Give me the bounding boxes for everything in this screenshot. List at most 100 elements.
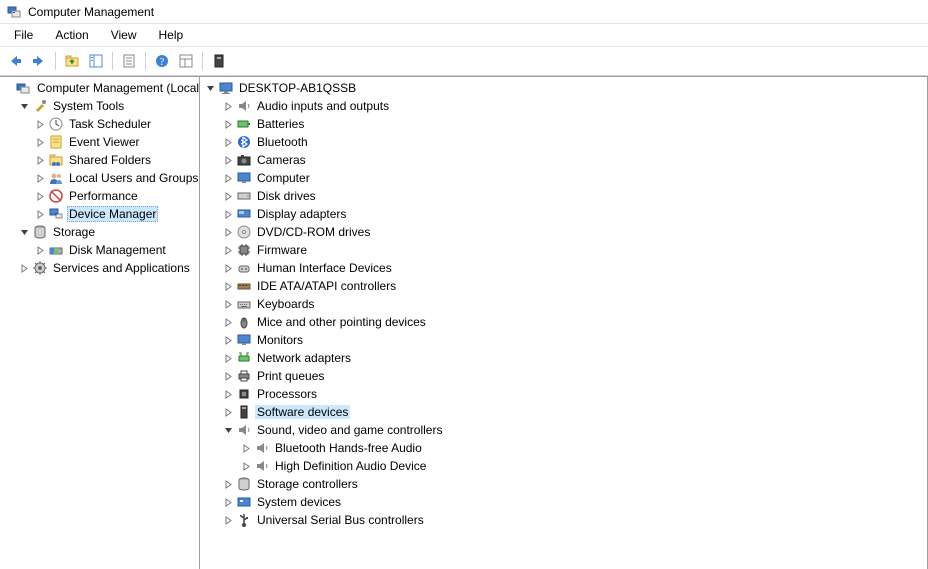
left-tree-node[interactable]: Performance	[0, 187, 199, 205]
left-tree-node[interactable]: Computer Management (Local)	[0, 79, 199, 97]
device-tree-node[interactable]: Firmware	[200, 241, 927, 259]
printer-icon	[236, 368, 252, 384]
mouse-icon	[236, 314, 252, 330]
left-tree-node[interactable]: Task Scheduler	[0, 115, 199, 133]
device-tree-node[interactable]: Batteries	[200, 115, 927, 133]
expand-icon[interactable]	[222, 262, 234, 274]
expand-icon[interactable]	[222, 388, 234, 400]
left-tree-node[interactable]: Storage	[0, 223, 199, 241]
tree-label: Computer	[255, 171, 312, 185]
left-tree-node[interactable]: Device Manager	[0, 205, 199, 223]
menu-help[interactable]: Help	[149, 26, 194, 44]
device-tree-node[interactable]: System devices	[200, 493, 927, 511]
expand-icon[interactable]	[34, 172, 46, 184]
device-tree-node[interactable]: Processors	[200, 385, 927, 403]
tree-label: Audio inputs and outputs	[255, 99, 391, 113]
device-tree-node[interactable]: Keyboards	[200, 295, 927, 313]
expand-icon[interactable]	[222, 244, 234, 256]
expand-icon[interactable]	[34, 208, 46, 220]
properties-button[interactable]	[118, 50, 140, 72]
expand-icon[interactable]	[34, 190, 46, 202]
device-tree-node[interactable]: Disk drives	[200, 187, 927, 205]
show-hide-tree-button[interactable]	[85, 50, 107, 72]
tools-icon	[32, 98, 48, 114]
device-tree-node[interactable]: IDE ATA/ATAPI controllers	[200, 277, 927, 295]
device-tree-node[interactable]: Bluetooth	[200, 133, 927, 151]
expand-icon[interactable]	[222, 172, 234, 184]
svg-text:?: ?	[160, 57, 165, 68]
expand-icon[interactable]	[222, 136, 234, 148]
software-icon	[236, 404, 252, 420]
expand-icon[interactable]	[222, 280, 234, 292]
expand-icon[interactable]	[240, 442, 252, 454]
menu-action[interactable]: Action	[45, 26, 98, 44]
eventv-icon	[48, 134, 64, 150]
left-tree-node[interactable]: Disk Management	[0, 241, 199, 259]
device-button[interactable]	[208, 50, 230, 72]
expand-icon[interactable]	[34, 136, 46, 148]
device-tree-node[interactable]: Storage controllers	[200, 475, 927, 493]
expand-icon[interactable]	[222, 406, 234, 418]
device-tree-node[interactable]: Monitors	[200, 331, 927, 349]
device-tree-node[interactable]: Human Interface Devices	[200, 259, 927, 277]
system-icon	[236, 494, 252, 510]
expand-icon[interactable]	[222, 226, 234, 238]
collapse-icon[interactable]	[18, 226, 30, 238]
device-tree-node[interactable]: Cameras	[200, 151, 927, 169]
device-tree-node[interactable]: DESKTOP-AB1QSSB	[200, 79, 927, 97]
expand-icon[interactable]	[34, 244, 46, 256]
expand-icon[interactable]	[34, 154, 46, 166]
tree-label: DVD/CD-ROM drives	[255, 225, 372, 239]
expand-icon[interactable]	[222, 298, 234, 310]
app-icon	[6, 4, 22, 20]
refresh-button[interactable]	[175, 50, 197, 72]
device-tree-node[interactable]: High Definition Audio Device	[200, 457, 927, 475]
diskmg-icon	[48, 242, 64, 258]
up-button[interactable]	[61, 50, 83, 72]
expand-icon[interactable]	[222, 100, 234, 112]
device-tree-node[interactable]: Mice and other pointing devices	[200, 313, 927, 331]
expand-icon[interactable]	[222, 496, 234, 508]
left-tree-pane[interactable]: Computer Management (Local) System ToolsT…	[0, 77, 200, 569]
expand-icon[interactable]	[222, 352, 234, 364]
expand-icon[interactable]	[222, 118, 234, 130]
left-tree-node[interactable]: Shared Folders	[0, 151, 199, 169]
expand-icon[interactable]	[222, 316, 234, 328]
device-tree-node[interactable]: Network adapters	[200, 349, 927, 367]
back-button[interactable]	[4, 50, 26, 72]
expand-icon[interactable]	[222, 190, 234, 202]
collapse-icon[interactable]	[204, 82, 216, 94]
expand-icon[interactable]	[222, 478, 234, 490]
left-tree-node[interactable]: Local Users and Groups	[0, 169, 199, 187]
device-tree-node[interactable]: Universal Serial Bus controllers	[200, 511, 927, 529]
expand-icon[interactable]	[18, 262, 30, 274]
device-tree-node[interactable]: Display adapters	[200, 205, 927, 223]
device-tree-node[interactable]: Sound, video and game controllers	[200, 421, 927, 439]
tree-label: Computer Management (Local)	[35, 81, 200, 95]
expand-icon[interactable]	[222, 514, 234, 526]
expand-icon[interactable]	[34, 118, 46, 130]
storage-icon	[236, 476, 252, 492]
device-tree-node[interactable]: Software devices	[200, 403, 927, 421]
left-tree-node[interactable]: Services and Applications	[0, 259, 199, 277]
help-button[interactable]: ?	[151, 50, 173, 72]
menu-view[interactable]: View	[101, 26, 147, 44]
left-tree-node[interactable]: Event Viewer	[0, 133, 199, 151]
expand-icon[interactable]	[222, 334, 234, 346]
device-tree-node[interactable]: Print queues	[200, 367, 927, 385]
expand-icon[interactable]	[222, 154, 234, 166]
collapse-icon[interactable]	[18, 100, 30, 112]
device-tree-node[interactable]: Bluetooth Hands-free Audio	[200, 439, 927, 457]
device-tree-node[interactable]: DVD/CD-ROM drives	[200, 223, 927, 241]
forward-button[interactable]	[28, 50, 50, 72]
expand-icon[interactable]	[222, 370, 234, 382]
right-tree-pane[interactable]: DESKTOP-AB1QSSB Audio inputs and outputs B…	[200, 77, 928, 569]
collapse-icon[interactable]	[222, 424, 234, 436]
expand-icon[interactable]	[240, 460, 252, 472]
device-tree-node[interactable]: Audio inputs and outputs	[200, 97, 927, 115]
expand-icon[interactable]	[222, 208, 234, 220]
left-tree-node[interactable]: System Tools	[0, 97, 199, 115]
menu-file[interactable]: File	[4, 26, 43, 44]
hid-icon	[236, 260, 252, 276]
device-tree-node[interactable]: Computer	[200, 169, 927, 187]
